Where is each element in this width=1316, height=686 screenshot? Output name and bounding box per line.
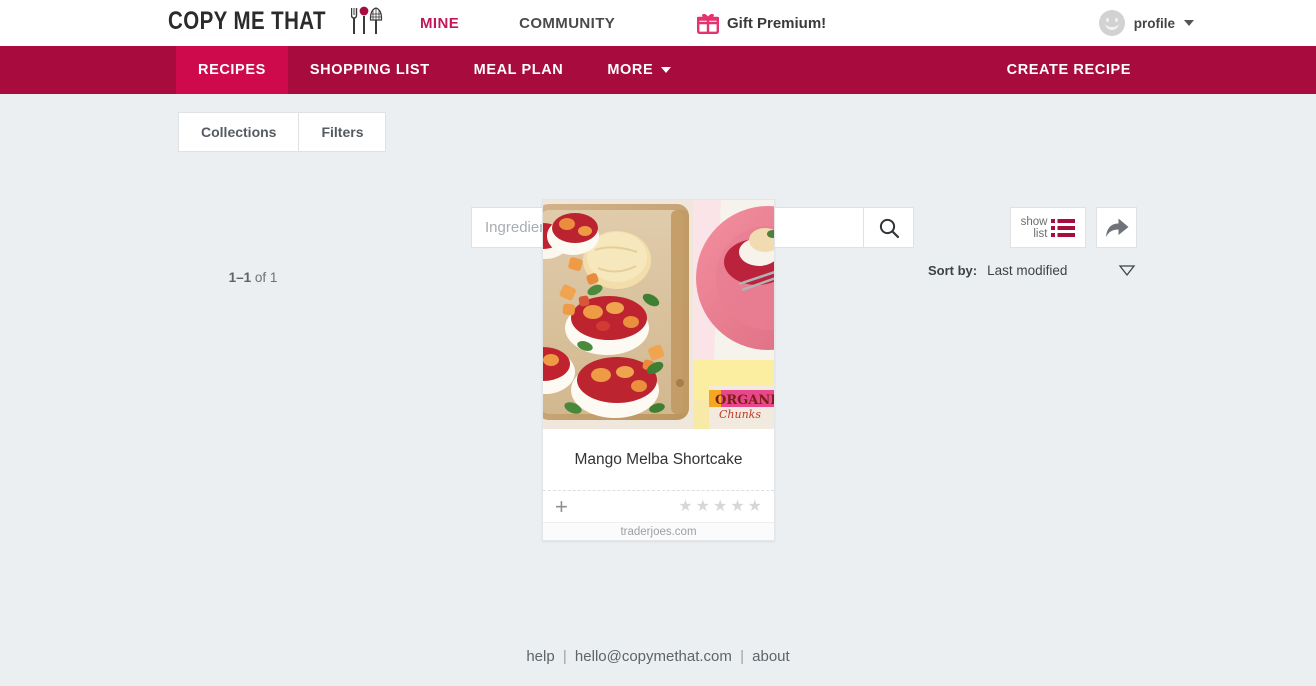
create-recipe-button[interactable]: CREATE RECIPE: [997, 46, 1141, 94]
recipe-title: Mango Melba Shortcake: [543, 429, 774, 491]
chevron-down-icon: [661, 67, 672, 73]
recipe-card[interactable]: ORGANIC M Chunks Mango Melba Shortcake +…: [542, 199, 775, 541]
top-nav: MINE COMMUNITY: [420, 0, 615, 46]
svg-text:Chunks: Chunks: [719, 408, 761, 421]
list-icon: [1051, 218, 1076, 237]
star-icon[interactable]: ★: [713, 498, 727, 515]
gift-premium-label: Gift Premium!: [727, 14, 827, 32]
star-icon[interactable]: ★: [748, 498, 762, 515]
search-button[interactable]: [863, 207, 914, 248]
star-icon[interactable]: ★: [696, 498, 710, 515]
gift-icon: [697, 13, 719, 34]
nav-tab-more-label: MORE: [607, 62, 654, 78]
nav-tab-shopping-list[interactable]: SHOPPING LIST: [288, 46, 452, 94]
nav-tab-more[interactable]: MORE: [585, 46, 693, 94]
footer-help-link[interactable]: help: [526, 648, 554, 665]
top-nav-mine[interactable]: MINE: [420, 15, 459, 32]
collections-button[interactable]: Collections: [178, 112, 300, 152]
search-icon: [879, 218, 899, 238]
main-nav-items: RECIPES SHOPPING LIST MEAL PLAN MORE: [176, 46, 693, 94]
triangle-down-icon: [1118, 265, 1136, 277]
recipe-photo-image: ORGANIC M Chunks: [543, 200, 774, 429]
filter-button-group: Collections Filters: [178, 112, 387, 152]
footer-about-link[interactable]: about: [752, 648, 790, 665]
recipe-rating[interactable]: ★ ★ ★ ★ ★: [678, 498, 762, 515]
show-list-button[interactable]: show list: [1010, 207, 1086, 248]
show-list-line2: list: [1033, 227, 1048, 240]
add-recipe-plus-icon[interactable]: +: [555, 495, 568, 518]
footer-separator: |: [562, 648, 567, 665]
result-count-range: 1–1: [228, 270, 252, 285]
view-tools: show list: [1010, 207, 1137, 248]
share-arrow-icon: [1105, 218, 1128, 237]
recipe-card-actions: + ★ ★ ★ ★ ★: [543, 491, 774, 522]
profile-label: profile: [1133, 15, 1175, 31]
top-bar: COPY ME THAT MINE COMMUNITY Gift Premium…: [0, 0, 1316, 46]
gift-premium-link[interactable]: Gift Premium!: [697, 0, 826, 46]
controls-row: Collections Filters show list: [0, 94, 1316, 285]
star-icon[interactable]: ★: [730, 498, 744, 515]
footer: help | hello@copymethat.com | about: [0, 648, 1316, 665]
chevron-down-icon: [1184, 20, 1194, 26]
sort-by-label: Sort by:: [928, 262, 978, 278]
footer-email-link[interactable]: hello@copymethat.com: [575, 648, 732, 665]
sort-by-value: Last modified: [987, 262, 1068, 278]
footer-separator: |: [740, 648, 744, 665]
nav-tab-meal-plan[interactable]: MEAL PLAN: [452, 46, 586, 94]
logo-text: COPY ME THAT: [168, 6, 326, 35]
smiley-avatar-icon: [1098, 10, 1125, 36]
utensils-icon: [350, 6, 382, 34]
nav-tab-recipes[interactable]: RECIPES: [176, 46, 288, 94]
show-list-line1: show: [1020, 215, 1048, 228]
recipe-source: traderjoes.com: [543, 522, 774, 540]
main-nav: RECIPES SHOPPING LIST MEAL PLAN MORE CRE…: [0, 46, 1316, 94]
result-count-total: of 1: [251, 270, 278, 285]
filters-button[interactable]: Filters: [299, 112, 387, 152]
site-logo[interactable]: COPY ME THAT: [168, 6, 385, 36]
recipe-photo: ORGANIC M Chunks: [543, 200, 774, 429]
star-icon[interactable]: ★: [678, 498, 692, 515]
result-count: 1–1 of 1: [178, 270, 328, 285]
profile-menu[interactable]: profile: [1098, 0, 1194, 46]
svg-text:ORGANIC M: ORGANIC M: [715, 393, 774, 408]
sort-by-dropdown[interactable]: Sort by: Last modified: [928, 255, 1136, 285]
share-button[interactable]: [1096, 207, 1137, 248]
top-nav-community[interactable]: COMMUNITY: [519, 15, 615, 32]
show-list-label: show list: [1021, 216, 1048, 240]
